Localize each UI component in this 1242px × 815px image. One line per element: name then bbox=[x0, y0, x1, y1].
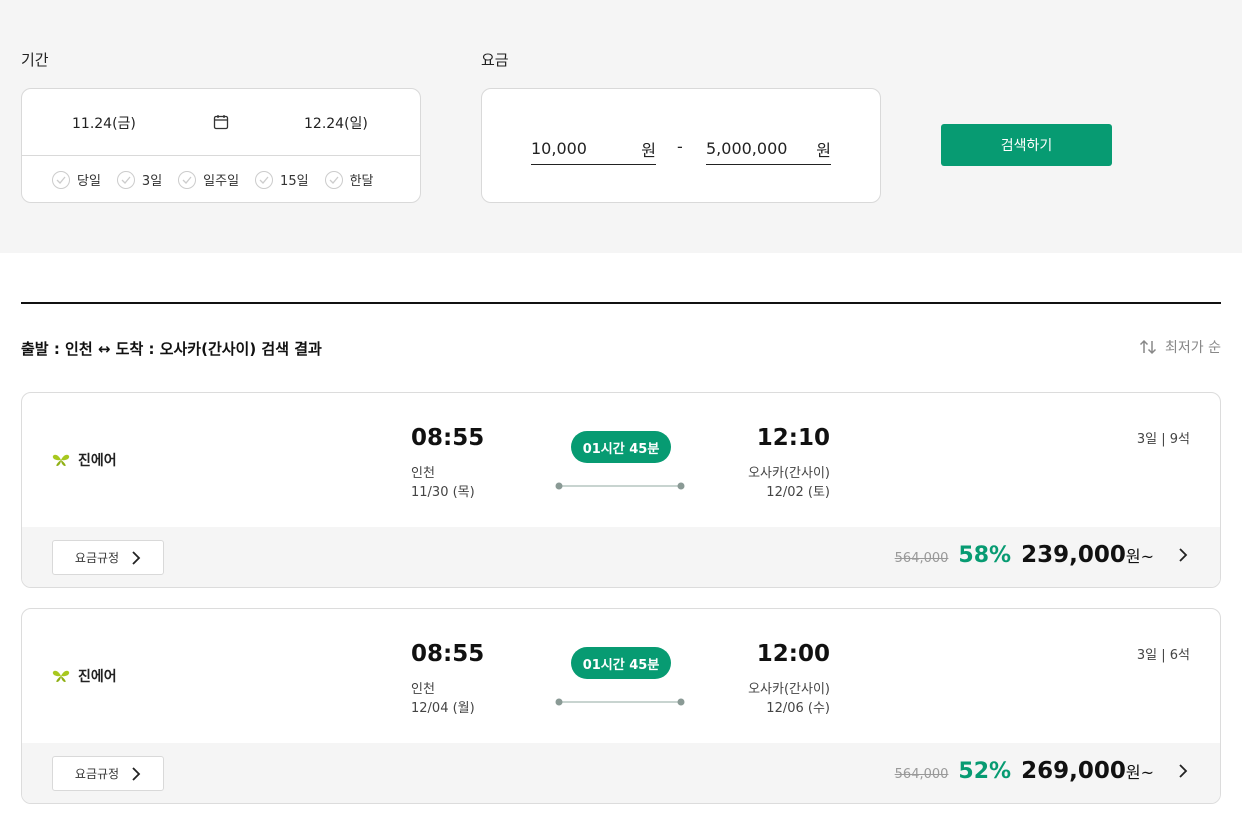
fare-rule-button[interactable]: 요금규정 bbox=[52, 756, 164, 791]
range-dash: - bbox=[677, 137, 683, 156]
duration-badge: 01시간 45분 bbox=[571, 647, 671, 679]
flight-card[interactable]: 진에어 08:55 인천 11/30 (목) 01시간 45분 12:10 오사… bbox=[21, 392, 1221, 588]
arrival-date: 12/02 (토) bbox=[766, 485, 830, 500]
quick-option-month[interactable]: 한달 bbox=[324, 170, 374, 189]
quick-option-3-days[interactable]: 3일 bbox=[116, 170, 163, 189]
seats-info: 3일 | 9석 bbox=[1136, 432, 1190, 447]
start-date[interactable]: 11.24(금) bbox=[72, 113, 136, 133]
airline: 진에어 bbox=[52, 666, 117, 686]
fare-max-input[interactable] bbox=[706, 139, 796, 158]
arrival-date: 12/06 (수) bbox=[766, 701, 830, 716]
chevron-right-icon bbox=[132, 766, 141, 781]
departure-time: 08:55 bbox=[411, 425, 485, 451]
period-label: 기간 bbox=[21, 51, 49, 69]
arrival-city: 오사카(간사이) bbox=[748, 682, 830, 697]
discount-rate: 58% bbox=[958, 543, 1012, 568]
price-unit: 원~ bbox=[1125, 547, 1154, 566]
result-title: 출발 : 인천 ↔ 도착 : 오사카(간사이) 검색 결과 bbox=[21, 340, 322, 358]
arrival-time: 12:10 bbox=[756, 425, 830, 451]
quick-option-label: 3일 bbox=[141, 174, 163, 189]
seats-info: 3일 | 6석 bbox=[1136, 648, 1190, 663]
fare-rule-button[interactable]: 요금규정 bbox=[52, 540, 164, 575]
check-icon bbox=[255, 170, 274, 189]
original-price: 564,000 bbox=[894, 551, 949, 566]
fare-rule-label: 요금규정 bbox=[74, 767, 120, 781]
quick-option-same-day[interactable]: 당일 bbox=[52, 170, 101, 189]
departure-date: 12/04 (월) bbox=[411, 701, 475, 716]
fare-label: 요금 bbox=[481, 51, 509, 69]
check-icon bbox=[324, 170, 343, 189]
departure-city: 인천 bbox=[411, 466, 435, 481]
arrival-city: 오사카(간사이) bbox=[748, 466, 830, 481]
calendar-icon[interactable] bbox=[213, 114, 229, 130]
airline-name: 진에어 bbox=[78, 669, 117, 685]
airline-logo-icon bbox=[52, 670, 70, 682]
quick-option-15-days[interactable]: 15일 bbox=[255, 170, 309, 189]
departure-city: 인천 bbox=[411, 682, 435, 697]
check-icon bbox=[178, 170, 197, 189]
sort-label: 최저가 순 bbox=[1165, 340, 1221, 356]
sale-price: 269,000 bbox=[1021, 758, 1126, 784]
airline-logo-icon bbox=[52, 454, 70, 466]
chevron-right-icon bbox=[1179, 764, 1188, 778]
quick-option-label: 15일 bbox=[280, 174, 309, 189]
departure-date: 11/30 (목) bbox=[411, 485, 475, 500]
sort-button[interactable]: 최저가 순 bbox=[1139, 337, 1221, 357]
chevron-right-icon bbox=[132, 550, 141, 565]
currency-label: 원 bbox=[641, 140, 656, 160]
sale-price: 239,000 bbox=[1021, 542, 1126, 568]
arrival-time: 12:00 bbox=[756, 641, 830, 667]
currency-label: 원 bbox=[816, 140, 831, 160]
search-button[interactable]: 검색하기 bbox=[941, 124, 1112, 166]
price-summary[interactable]: 564,000 58% 239,000 원~ bbox=[895, 542, 1190, 568]
filter-area: 기간 요금 11.24(금) 12.24(일) 당일 3일 일주일 15일 한달… bbox=[0, 0, 1242, 253]
end-date[interactable]: 12.24(일) bbox=[304, 113, 368, 133]
route-line bbox=[555, 698, 685, 706]
route-line bbox=[555, 482, 685, 490]
airline-name: 진에어 bbox=[78, 453, 117, 469]
fare-range: 원 - 원 bbox=[481, 88, 881, 203]
fare-min-input[interactable] bbox=[531, 139, 621, 158]
airline: 진에어 bbox=[52, 450, 117, 470]
card-price-bar: 요금규정 564,000 58% 239,000 원~ bbox=[22, 527, 1220, 587]
quick-option-label: 일주일 bbox=[203, 174, 240, 189]
quick-option-label: 한달 bbox=[349, 174, 374, 189]
price-summary[interactable]: 564,000 52% 269,000 원~ bbox=[895, 758, 1190, 784]
quick-period-options: 당일 3일 일주일 15일 한달 bbox=[52, 170, 373, 189]
fare-max-field: 원 bbox=[706, 133, 831, 165]
check-icon bbox=[116, 170, 135, 189]
card-price-bar: 요금규정 564,000 52% 269,000 원~ bbox=[22, 743, 1220, 803]
period-selector: 11.24(금) 12.24(일) 당일 3일 일주일 15일 한달 bbox=[21, 88, 421, 203]
check-icon bbox=[52, 170, 70, 189]
fare-rule-label: 요금규정 bbox=[74, 551, 120, 565]
sort-icon bbox=[1139, 339, 1157, 355]
chevron-right-icon bbox=[1179, 548, 1188, 562]
price-unit: 원~ bbox=[1125, 763, 1154, 782]
departure-time: 08:55 bbox=[411, 641, 485, 667]
section-divider bbox=[21, 302, 1221, 304]
fare-min-field: 원 bbox=[531, 133, 656, 165]
quick-option-week[interactable]: 일주일 bbox=[178, 170, 239, 189]
original-price: 564,000 bbox=[894, 767, 949, 782]
flight-card[interactable]: 진에어 08:55 인천 12/04 (월) 01시간 45분 12:00 오사… bbox=[21, 608, 1221, 804]
date-range: 11.24(금) 12.24(일) bbox=[22, 89, 420, 156]
discount-rate: 52% bbox=[958, 759, 1012, 784]
duration-badge: 01시간 45분 bbox=[571, 431, 671, 463]
quick-option-label: 당일 bbox=[77, 174, 101, 189]
